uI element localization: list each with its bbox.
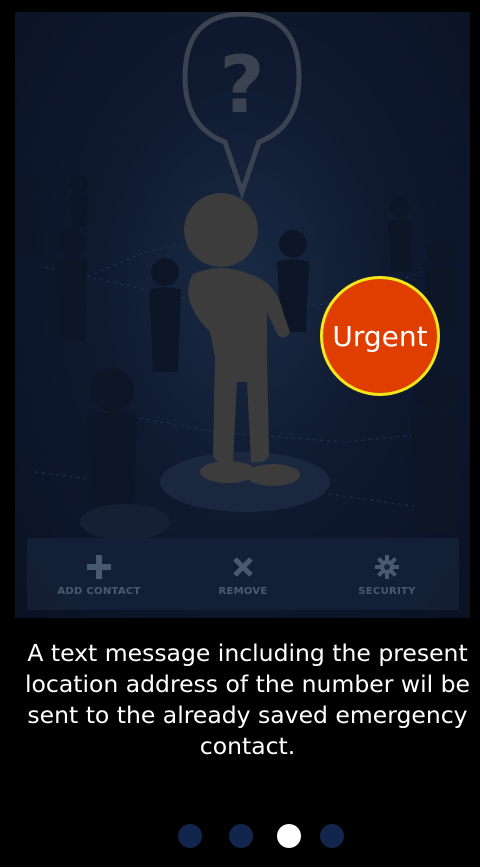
security-button[interactable]: SECURITY <box>327 552 447 597</box>
onboarding-description: A text message including the present loc… <box>25 639 470 760</box>
page-dot-4[interactable] <box>320 824 344 848</box>
urgent-button[interactable]: Urgent <box>320 276 440 396</box>
security-label: SECURITY <box>358 585 416 597</box>
remove-label: REMOVE <box>218 585 268 597</box>
remove-button[interactable]: REMOVE <box>183 552 303 597</box>
page-dot-3[interactable] <box>277 824 301 848</box>
gear-icon <box>375 552 399 582</box>
page-dot-2[interactable] <box>229 824 253 848</box>
close-icon <box>232 552 254 582</box>
app-toolbar: ADD CONTACT REMOVE SECURITY <box>27 538 459 610</box>
page-dot-1[interactable] <box>178 824 202 848</box>
add-contact-label: ADD CONTACT <box>57 585 141 597</box>
add-contact-button[interactable]: ADD CONTACT <box>39 552 159 597</box>
plus-icon <box>87 552 111 582</box>
svg-text:?: ? <box>219 41 264 131</box>
page-indicator <box>0 822 480 850</box>
